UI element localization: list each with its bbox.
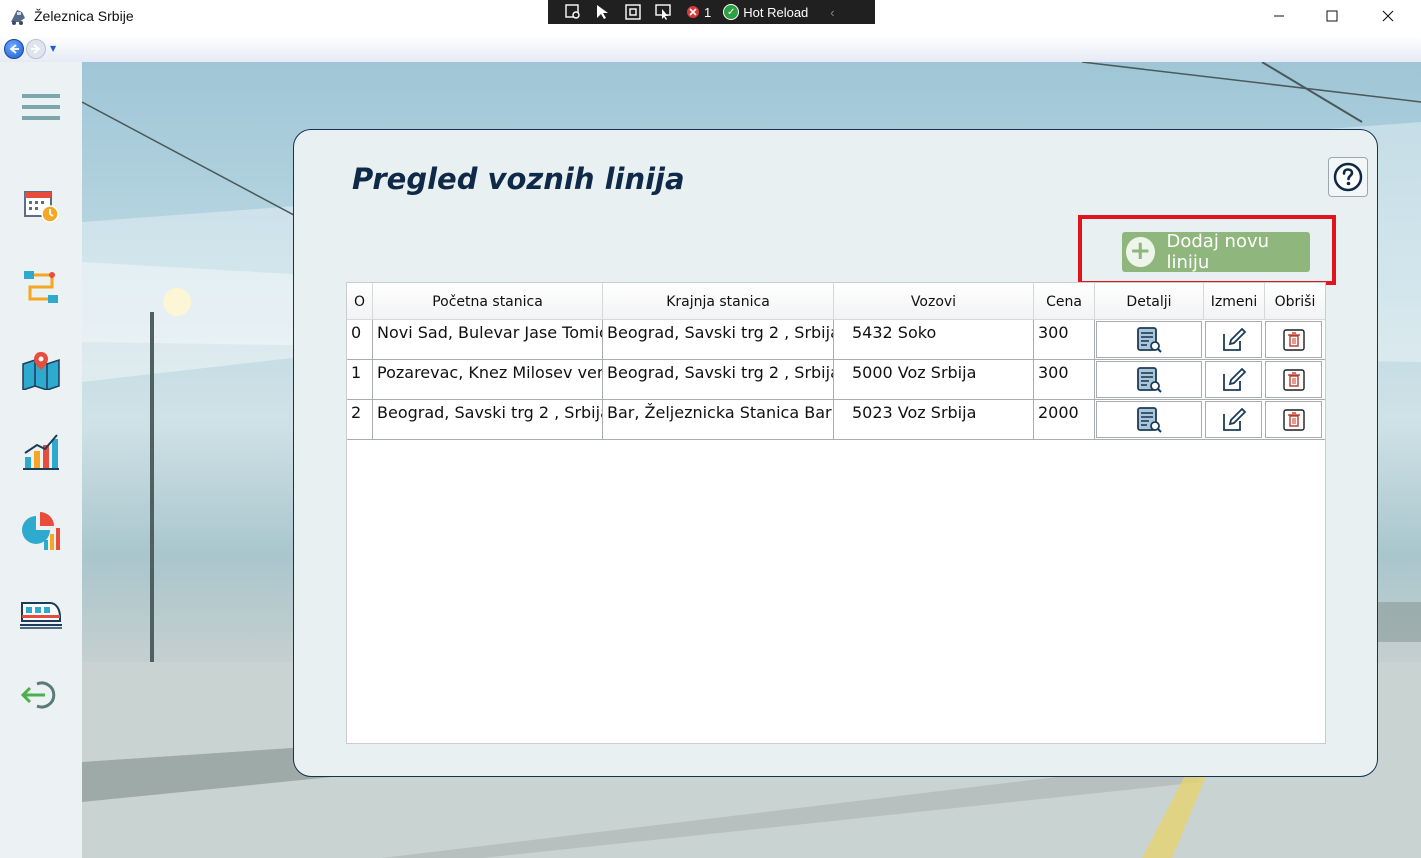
details-list-icon	[1137, 406, 1162, 433]
cell-trains: 5023 Voz Srbija	[834, 400, 1034, 440]
column-header-details[interactable]: Detalji	[1095, 283, 1204, 320]
details-list-icon	[1137, 326, 1162, 353]
add-line-button[interactable]: + Dodaj novu liniju	[1122, 231, 1310, 273]
logout-icon[interactable]	[20, 674, 62, 716]
cell-end-station: Bar, Željeznicka Stanica Bar 4	[603, 400, 834, 440]
forward-arrow-icon[interactable]	[26, 39, 46, 59]
delete-button[interactable]	[1265, 321, 1322, 358]
table-row[interactable]: 1 Pozarevac, Knez Milosev venac Beograd,…	[347, 360, 1325, 400]
details-list-icon	[1137, 366, 1162, 393]
history-dropdown-icon[interactable]: ▼	[50, 44, 56, 53]
back-arrow-icon[interactable]	[4, 39, 24, 59]
column-header-start-station[interactable]: Početna stanica	[373, 283, 603, 320]
cell-start-station: Beograd, Savski trg 2 , Srbija	[373, 400, 603, 440]
close-button[interactable]	[1365, 0, 1411, 32]
cell-price: 2000	[1034, 400, 1095, 440]
cell-end-station: Beograd, Savski trg 2 , Srbija	[603, 360, 834, 400]
cell-price: 300	[1034, 320, 1095, 360]
table-header: O Početna stanica Krajnja stanica Vozovi…	[347, 283, 1325, 320]
cell-id: 0	[347, 320, 373, 360]
cell-trains: 5432 Soko	[834, 320, 1034, 360]
edit-button[interactable]	[1205, 321, 1262, 358]
page-title: Pregled voznih linija	[352, 162, 685, 196]
check-icon: ✓	[723, 4, 740, 20]
app-train-icon	[8, 6, 28, 26]
column-header-delete[interactable]: Obriši	[1265, 283, 1325, 320]
details-button[interactable]	[1096, 361, 1202, 398]
live-tree-icon[interactable]	[564, 3, 582, 21]
hot-reload-label: Hot Reload	[743, 4, 809, 20]
route-icon[interactable]	[20, 266, 62, 308]
cell-start-station: Novi Sad, Bulevar Jase Tomica	[373, 320, 603, 360]
map-pin-icon[interactable]	[20, 349, 62, 391]
lines-table: O Početna stanica Krajnja stanica Vozovi…	[346, 282, 1326, 744]
cell-id: 2	[347, 400, 373, 440]
binding-error-count: 1	[704, 4, 712, 20]
cell-end-station: Beograd, Savski trg 2 , Srbija	[603, 320, 834, 360]
trash-icon	[1282, 328, 1305, 351]
column-header-id[interactable]: O	[347, 283, 373, 320]
details-button[interactable]	[1096, 401, 1202, 438]
table-row[interactable]: 2 Beograd, Savski trg 2 , Srbija Bar, Že…	[347, 400, 1325, 440]
select-element-icon[interactable]	[594, 3, 612, 21]
delete-button[interactable]	[1265, 401, 1322, 438]
navigation-bar: ▼	[0, 36, 1421, 62]
column-header-edit[interactable]: Izmeni	[1204, 283, 1265, 320]
title-bar: Železnica Srbije 1 ✓ Hot Reload ‹	[0, 0, 1421, 34]
maximize-button[interactable]	[1309, 0, 1355, 32]
table-row[interactable]: 0 Novi Sad, Bulevar Jase Tomica Beograd,…	[347, 320, 1325, 360]
main-panel: Pregled voznih linija + Dodaj novu linij…	[293, 129, 1378, 777]
edit-pencil-icon	[1222, 367, 1246, 391]
edit-button[interactable]	[1205, 361, 1262, 398]
column-header-trains[interactable]: Vozovi	[834, 283, 1034, 320]
details-button[interactable]	[1096, 321, 1202, 358]
plus-icon: +	[1126, 237, 1155, 267]
trash-icon	[1282, 368, 1305, 391]
pie-chart-icon[interactable]	[20, 510, 62, 552]
help-button[interactable]	[1328, 157, 1368, 197]
binding-errors-icon[interactable]	[684, 3, 702, 21]
calendar-clock-icon[interactable]	[20, 184, 62, 226]
minimize-button[interactable]	[1256, 0, 1302, 32]
column-header-end-station[interactable]: Krajnja stanica	[603, 283, 834, 320]
edit-pencil-icon	[1222, 407, 1246, 431]
window-title: Železnica Srbije	[34, 8, 134, 24]
track-focus-icon[interactable]	[654, 3, 672, 21]
add-line-label: Dodaj novu liniju	[1166, 231, 1270, 273]
bar-chart-icon[interactable]	[20, 430, 62, 472]
edit-button[interactable]	[1205, 401, 1262, 438]
question-circle-icon	[1333, 162, 1363, 192]
delete-button[interactable]	[1265, 361, 1322, 398]
hamburger-icon[interactable]	[20, 86, 62, 128]
cell-trains: 5000 Voz Srbija	[834, 360, 1034, 400]
train-icon[interactable]	[20, 592, 62, 634]
cell-price: 300	[1034, 360, 1095, 400]
debug-toolbar: 1 ✓ Hot Reload ‹	[548, 0, 875, 24]
hot-reload-button[interactable]: ✓ Hot Reload	[723, 4, 808, 20]
column-header-price[interactable]: Cena	[1034, 283, 1095, 320]
trash-icon	[1282, 408, 1305, 431]
cell-id: 1	[347, 360, 373, 400]
edit-pencil-icon	[1222, 327, 1246, 351]
chevron-left-icon[interactable]: ‹	[830, 5, 834, 20]
sidebar	[0, 62, 82, 858]
cell-start-station: Pozarevac, Knez Milosev venac	[373, 360, 603, 400]
display-adorner-icon[interactable]	[624, 3, 642, 21]
